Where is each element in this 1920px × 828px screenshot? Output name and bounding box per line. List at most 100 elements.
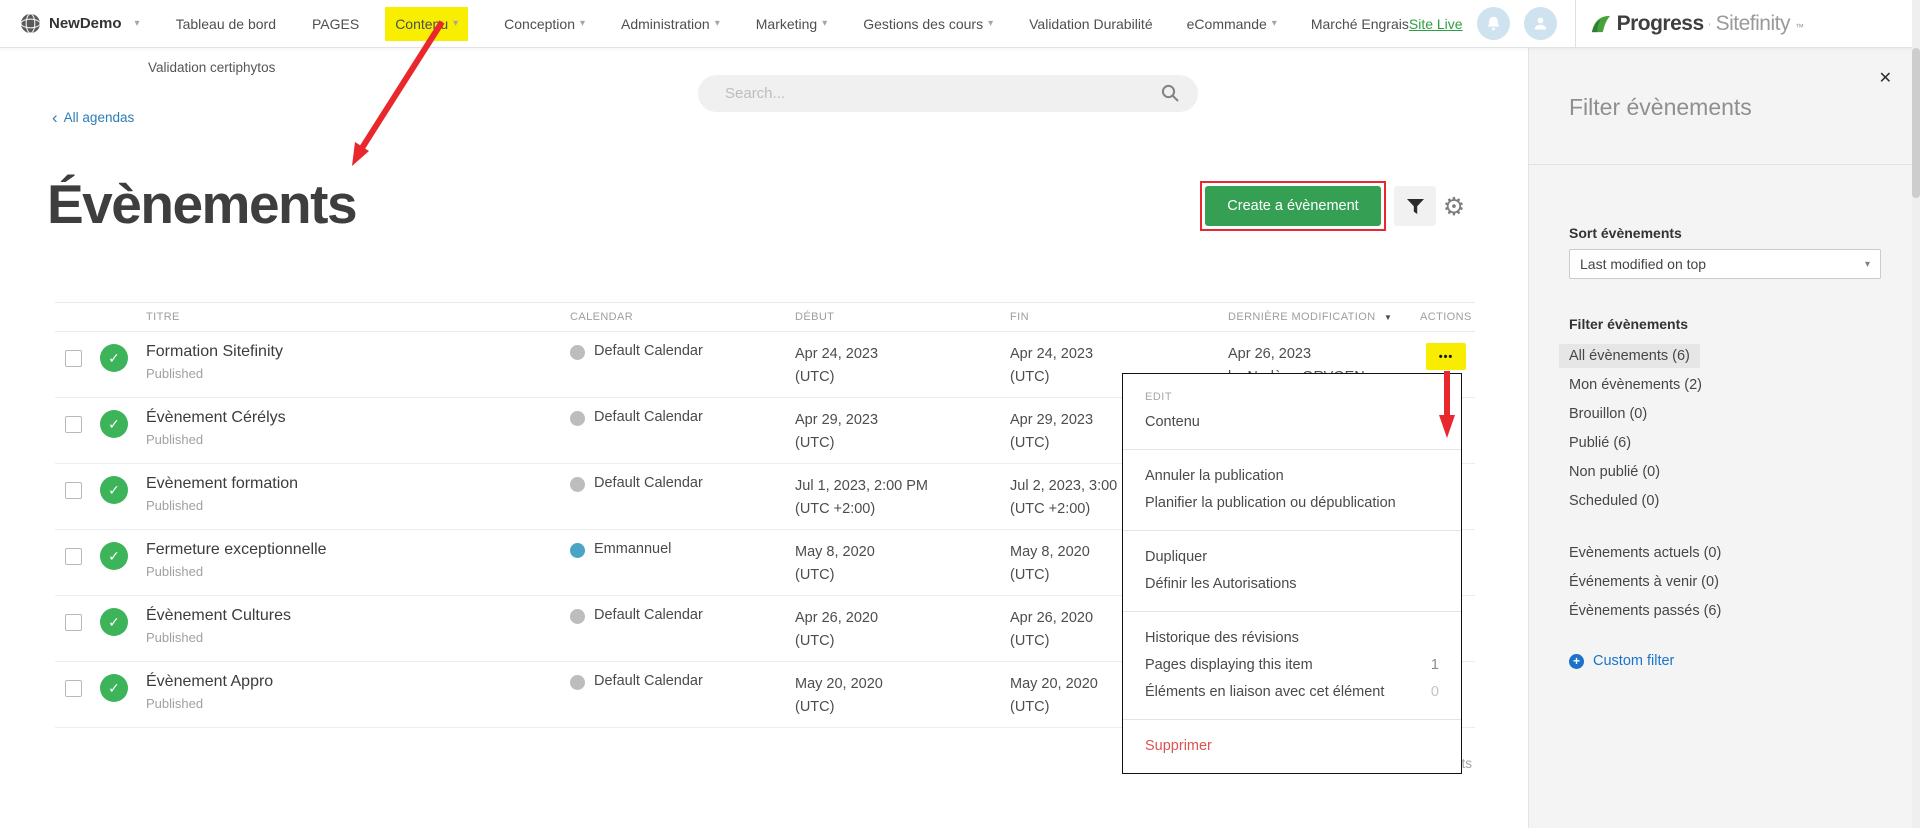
calendar-dot-icon [570,345,585,360]
column-header-debut[interactable]: DÉBUT [795,311,1010,323]
calendar-name: Default Calendar [594,343,703,359]
filter-item-my-events[interactable]: Mon évènements (2) [1569,371,1880,400]
nav-divider [1575,0,1576,48]
row-checkbox[interactable] [65,680,82,697]
funnel-icon [1407,199,1424,214]
filter-item-upcoming-events[interactable]: Événements à venir (0) [1569,568,1880,597]
logo-brand-text: Progress [1617,12,1704,36]
column-header-calendar[interactable]: CALENDAR [570,311,795,323]
row-checkbox[interactable] [65,350,82,367]
filter-item-published[interactable]: Publié (6) [1569,429,1880,458]
row-checkbox[interactable] [65,614,82,631]
filter-item-all-events[interactable]: All évènements (6) [1569,342,1880,371]
site-selector[interactable]: NewDemo ▾ [20,13,140,34]
page-title: Évènements [47,174,356,235]
start-date: May 8, 2020(UTC) [795,541,1010,595]
search-icon[interactable] [1161,84,1180,103]
subnav-item-validation-certiphytos[interactable]: Validation certiphytos [148,60,275,75]
start-date: Apr 24, 2023(UTC) [795,343,1010,397]
menu-item-historique-revisions[interactable]: Historique des révisions [1123,625,1461,652]
chevron-down-icon: ▾ [1272,18,1277,29]
menu-item-dupliquer[interactable]: Dupliquer [1123,544,1461,571]
column-header-fin[interactable]: FIN [1010,311,1228,323]
progress-logo-icon [1590,14,1612,34]
filter-item-draft[interactable]: Brouillon (0) [1569,400,1880,429]
menu-item-definir-autorisations[interactable]: Définir les Autorisations [1123,571,1461,598]
time-filter-list: Evènements actuels (0) Événements à veni… [1569,539,1880,626]
column-header-derniere-modification[interactable]: DERNIÈRE MODIFICATION ▼ [1228,311,1420,323]
nav-item-conception[interactable]: Conception ▾ [504,16,585,32]
sort-events-select[interactable]: Last modified on top ▾ [1569,249,1881,279]
page-scrollbar[interactable] [1912,0,1920,828]
filter-item-current-events[interactable]: Evènements actuels (0) [1569,539,1880,568]
event-title[interactable]: Fermeture exceptionnelle [146,541,570,559]
filter-toggle-button[interactable] [1394,186,1436,226]
custom-filter-label: Custom filter [1593,653,1674,669]
progress-sitefinity-logo: Progress’ Sitefinity™ [1590,12,1804,36]
search-input[interactable] [723,84,1161,103]
annotation-arrowhead [352,142,369,166]
event-status: Published [146,432,570,447]
event-status: Published [146,498,570,513]
nav-item-marketing[interactable]: Marketing ▾ [756,16,828,32]
breadcrumb-all-agendas[interactable]: ‹ All agendas [52,110,134,125]
sitefinity-events-page: NewDemo ▾ Tableau de bord PAGES Contenu … [0,0,1920,828]
registered-mark: ’ [1709,22,1711,32]
custom-filter-link[interactable]: + Custom filter [1569,653,1880,669]
related-items-count: 0 [1431,679,1439,706]
event-title[interactable]: Evènement formation [146,475,570,493]
calendar-dot-icon [570,477,585,492]
site-live-link[interactable]: Site Live [1409,16,1463,32]
event-title[interactable]: Formation Sitefinity [146,343,570,361]
settings-gear-button[interactable]: ⚙ [1440,187,1468,225]
pages-displaying-count: 1 [1431,652,1439,679]
column-header-titre[interactable]: TITRE [146,311,570,323]
chevron-down-icon: ▾ [822,18,827,29]
menu-item-supprimer[interactable]: Supprimer [1123,733,1461,760]
nav-item-administration[interactable]: Administration ▾ [621,16,720,32]
event-status: Published [146,696,570,711]
site-name: NewDemo [49,15,122,32]
chevron-down-icon: ▾ [135,18,140,29]
chevron-down-icon: ▾ [453,18,458,29]
row-checkbox[interactable] [65,548,82,565]
nav-item-validation-durabilite[interactable]: Validation Durabilité [1029,16,1152,32]
chevron-down-icon: ▾ [1865,259,1870,270]
sort-desc-icon: ▼ [1384,313,1392,322]
menu-item-planifier-publication[interactable]: Planifier la publication ou dépublicatio… [1123,490,1461,517]
status-filter-list: All évènements (6) Mon évènements (2) Br… [1569,342,1880,516]
menu-item-contenu[interactable]: Contenu [1123,409,1461,436]
menu-item-pages-displaying[interactable]: Pages displaying this item 1 [1123,652,1461,679]
nav-item-ecommande[interactable]: eCommande ▾ [1187,16,1277,32]
scrollbar-thumb[interactable] [1912,48,1920,198]
nav-item-pages[interactable]: PAGES [312,16,359,32]
notifications-button[interactable] [1477,7,1510,40]
start-date: Jul 1, 2023, 2:00 PM(UTC +2:00) [795,475,1010,529]
profile-button[interactable] [1524,7,1557,40]
row-actions-context-menu: EDIT Contenu Annuler la publication Plan… [1122,373,1462,774]
filter-item-past-events[interactable]: Évènements passés (6) [1569,597,1880,626]
event-title[interactable]: Évènement Cultures [146,607,570,625]
sort-selected-value: Last modified on top [1580,256,1706,272]
actions-menu-button[interactable]: ••• [1426,343,1466,370]
nav-item-contenu[interactable]: Contenu ▾ [385,7,468,41]
event-status: Published [146,366,570,381]
menu-item-elements-liaison[interactable]: Éléments en liaison avec cet élément 0 [1123,679,1461,706]
menu-item-annuler-publication[interactable]: Annuler la publication [1123,463,1461,490]
filter-item-scheduled[interactable]: Scheduled (0) [1569,487,1880,516]
start-date: Apr 26, 2020(UTC) [795,607,1010,661]
event-title[interactable]: Évènement Appro [146,673,570,691]
filter-item-unpublished[interactable]: Non publié (0) [1569,458,1880,487]
close-icon[interactable]: ✕ [1879,68,1892,88]
table-header-row: TITRE CALENDAR DÉBUT FIN DERNIÈRE MODIFI… [55,302,1475,332]
nav-item-dashboard[interactable]: Tableau de bord [176,16,276,32]
nav-item-gestions-des-cours[interactable]: Gestions des cours ▾ [863,16,993,32]
event-title[interactable]: Évènement Cérélys [146,409,570,427]
create-event-button[interactable]: Create a évènement [1205,186,1381,226]
chevron-down-icon: ▾ [715,18,720,29]
row-checkbox[interactable] [65,416,82,433]
row-checkbox[interactable] [65,482,82,499]
published-status-icon: ✓ [100,542,128,570]
calendar-name: Default Calendar [594,475,703,491]
user-icon [1532,15,1549,32]
